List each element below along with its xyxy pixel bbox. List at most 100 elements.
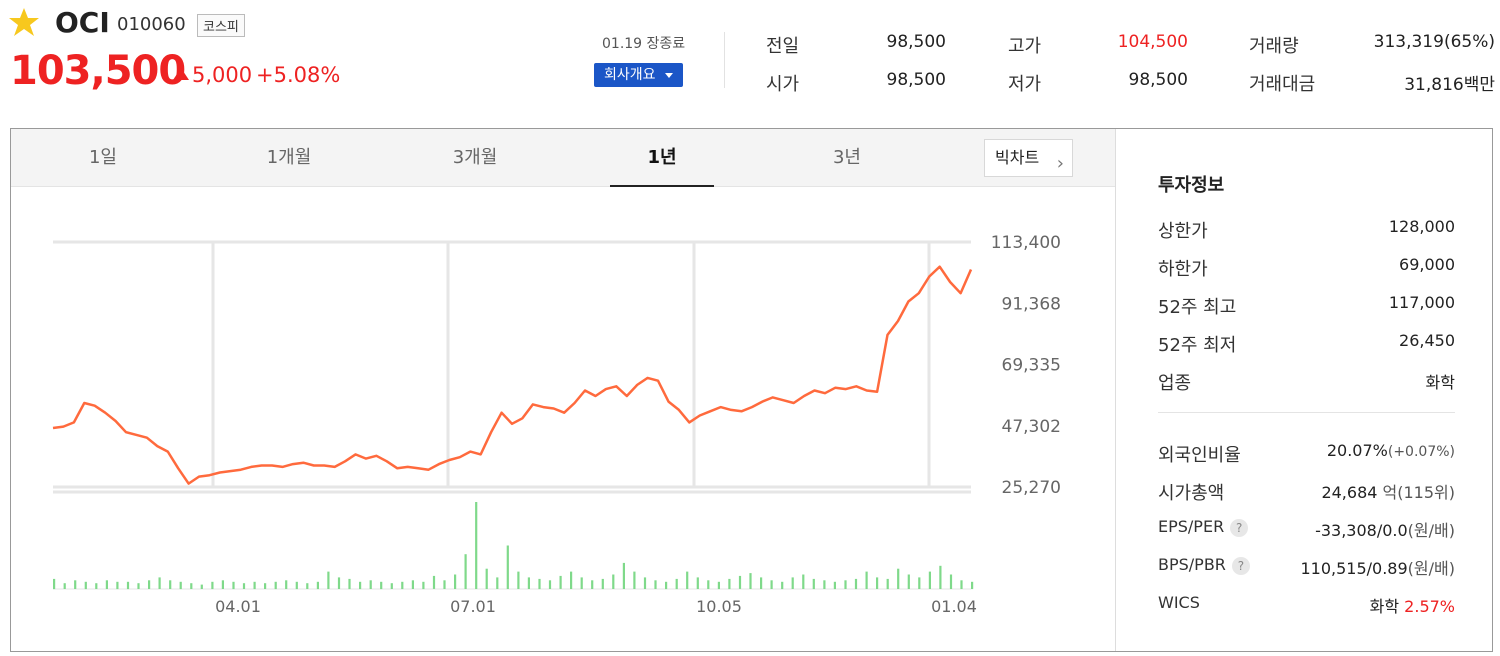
volume-bar [707, 580, 710, 589]
volume-value: 313,319(65%) [1373, 32, 1495, 52]
tab-3month[interactable]: 3개월 [425, 129, 525, 187]
chevron-right-icon: › [1056, 153, 1064, 174]
bps-pbr-row: BPS/PBR? 110,515/0.89(원/배) [1158, 555, 1455, 579]
volume-bar [612, 574, 615, 589]
stock-header: OCI 010060 코스피 103,500 5,000 +5.08% 01.1… [0, 0, 1500, 120]
bigchart-label: 빅차트 [995, 148, 1040, 167]
x-tick-label: 07.01 [450, 597, 496, 616]
volume-bar [105, 580, 108, 589]
volume-bar [665, 581, 668, 590]
volume-bar [876, 577, 879, 589]
volume-bar [928, 571, 931, 589]
company-overview-label: 회사개요 [604, 67, 656, 83]
volume-bar [95, 583, 98, 589]
volume-bar [221, 580, 224, 589]
volume-bar [432, 575, 436, 589]
tab-1day[interactable]: 1일 [53, 129, 153, 187]
eps-per-unit: (원/배) [1407, 521, 1455, 540]
low52-row: 52주 최저 26,450 [1158, 331, 1455, 356]
market-badge: 코스피 [197, 14, 245, 37]
volume-bar [833, 581, 836, 590]
tab-1month[interactable]: 1개월 [239, 129, 339, 187]
caret-down-icon [665, 73, 673, 78]
volume-bar [485, 568, 488, 589]
volume-bar [791, 577, 794, 589]
volume-bar [116, 581, 119, 590]
wics-value: 화학 2.57% [1370, 593, 1455, 617]
x-tick-label: 04.01 [215, 597, 261, 616]
volume-bar [580, 577, 583, 589]
high52-value: 117,000 [1388, 293, 1455, 312]
x-tick-label: 01.04 [931, 597, 977, 616]
volume-bar [148, 580, 151, 589]
low-label: 저가 [1008, 74, 1042, 95]
volume-bar [295, 581, 298, 590]
market-cap-unit: 억 [1382, 483, 1398, 502]
open-label: 시가 [766, 74, 800, 95]
close-date: 01.19 장종료 [602, 36, 686, 52]
volume-bar [169, 580, 172, 589]
low52-value: 26,450 [1399, 331, 1455, 350]
volume-bar [918, 577, 921, 589]
volume-bar [74, 580, 77, 589]
market-cap-label: 시가총액 [1158, 483, 1225, 504]
volume-bar [179, 581, 182, 590]
volume-bar [696, 577, 699, 589]
help-icon[interactable]: ? [1231, 556, 1250, 575]
stock-code: 010060 [117, 14, 186, 35]
volume-bar [390, 583, 393, 589]
volume-bar [643, 577, 647, 589]
trade-value: 31,816백만 [1340, 70, 1495, 95]
volume-bar [675, 578, 678, 590]
price-line-series [52, 265, 973, 485]
volume-bar [738, 575, 742, 589]
bps-pbr-label-wrap: BPS/PBR? [1158, 555, 1250, 575]
foreign-ratio-change: (+0.07%) [1387, 444, 1455, 460]
bigchart-button[interactable]: 빅차트 › [984, 139, 1073, 177]
volume-bar [401, 581, 404, 590]
divider [1158, 412, 1455, 413]
foreign-ratio-value: 20.07%(+0.07%) [1327, 441, 1455, 460]
volume-bar [242, 583, 246, 589]
volume-bar [200, 584, 203, 589]
volume-bar [844, 580, 847, 589]
price-change: 5,000 [192, 63, 253, 87]
tab-1year[interactable]: 1년 [610, 129, 714, 187]
volume-bar [949, 574, 953, 589]
eps-per-label: EPS/PER [1158, 517, 1225, 536]
up-triangle-icon [173, 68, 189, 80]
wics-sector[interactable]: 화학 [1370, 597, 1399, 616]
volume-bar [422, 581, 425, 590]
trade-value-unit: 백만 [1463, 75, 1495, 95]
volume-bar [960, 580, 963, 589]
low-value: 98,500 [1128, 70, 1188, 90]
volume-bar [622, 562, 625, 589]
favorite-star-icon[interactable] [8, 6, 40, 38]
stock-name: OCI [55, 6, 110, 39]
volume-bar [348, 578, 351, 590]
volume-bar [802, 574, 805, 589]
volume-bar [570, 571, 573, 589]
volume-bar [907, 574, 910, 589]
volume-bar [211, 581, 214, 590]
market-cap-number: 24,684 [1321, 483, 1378, 502]
volume-bar [327, 571, 330, 589]
volume-bar [443, 580, 446, 589]
tab-3year[interactable]: 3년 [797, 129, 897, 187]
volume-bar [897, 568, 900, 589]
prev-close-label: 전일 [766, 36, 800, 57]
volume-bar [369, 580, 372, 589]
upper-limit-row: 상한가 128,000 [1158, 217, 1455, 242]
company-overview-button[interactable]: 회사개요 [594, 63, 683, 87]
volume-bar [63, 583, 66, 589]
volume-bar [464, 554, 467, 589]
volume-bar [865, 571, 868, 589]
sector-value[interactable]: 화학 [1426, 369, 1455, 393]
volume-bar [823, 580, 826, 589]
volume-bar [749, 573, 752, 589]
wics-rate: 2.57% [1404, 597, 1455, 616]
foreign-ratio-label: 외국인비율 [1158, 445, 1241, 466]
volume-bar [760, 577, 763, 589]
help-icon[interactable]: ? [1230, 518, 1249, 537]
volume-bar [601, 578, 604, 590]
